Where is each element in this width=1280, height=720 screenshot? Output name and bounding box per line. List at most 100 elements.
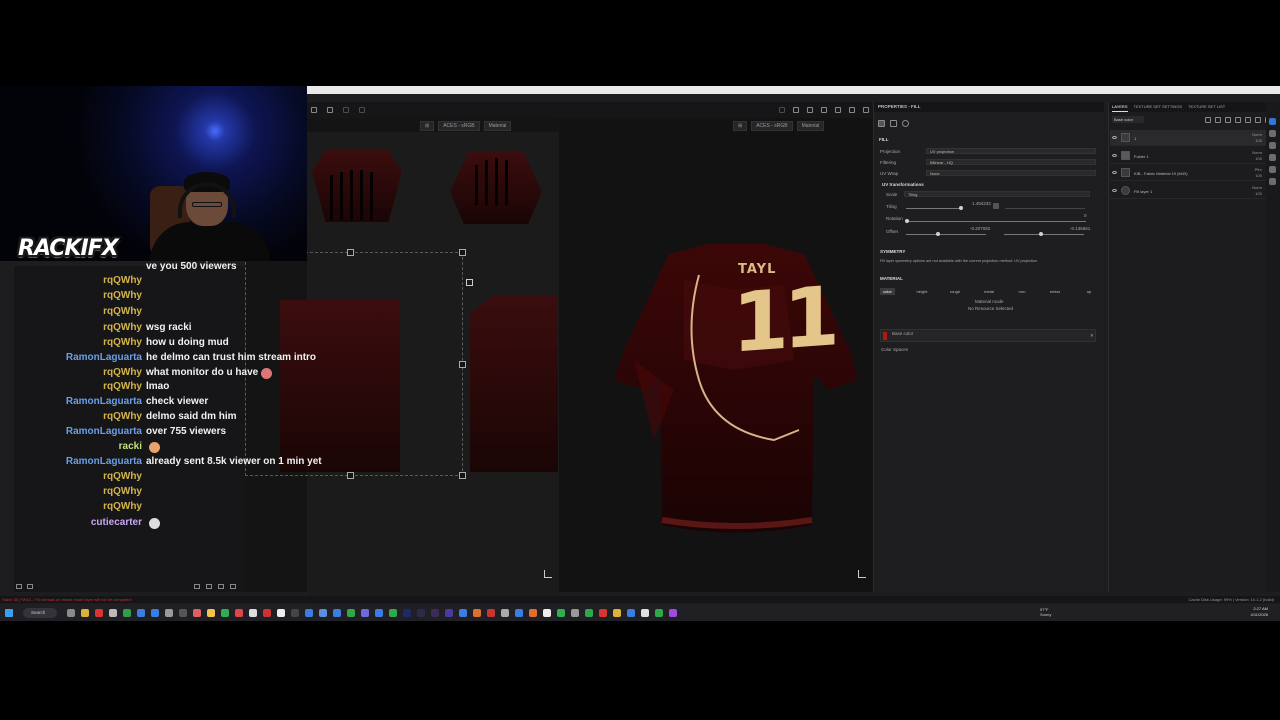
app-icon[interactable] bbox=[291, 608, 299, 617]
uvwrap-select[interactable]: None bbox=[926, 170, 1096, 176]
mask-tab-icon[interactable] bbox=[902, 120, 909, 127]
gear-icon[interactable] bbox=[206, 584, 212, 589]
fill-tab-icon[interactable] bbox=[878, 120, 885, 127]
app-icon[interactable] bbox=[165, 608, 173, 617]
offset-x-knob[interactable] bbox=[936, 232, 940, 236]
shelf-icon[interactable] bbox=[1269, 142, 1276, 149]
layer-blend[interactable]: Norm 100 bbox=[1252, 150, 1262, 162]
layer-row[interactable]: Fill layer 1 Norm 100 bbox=[1110, 183, 1266, 199]
tiling-slider-y[interactable] bbox=[1005, 208, 1085, 209]
color-spaces-label[interactable]: Color Spaces bbox=[881, 347, 908, 352]
app-icon[interactable] bbox=[515, 608, 523, 617]
app-icon[interactable] bbox=[599, 608, 607, 617]
transform-handle[interactable] bbox=[459, 249, 466, 256]
grid-icon[interactable] bbox=[311, 107, 317, 113]
pen-icon[interactable] bbox=[863, 107, 869, 113]
uv-transformations-label[interactable]: UV transformations bbox=[882, 182, 924, 187]
render-icon[interactable] bbox=[807, 107, 813, 113]
task-view-icon[interactable] bbox=[67, 608, 75, 617]
blend-mode[interactable]: Pthr bbox=[1255, 167, 1262, 172]
history-icon[interactable] bbox=[1269, 154, 1276, 161]
undo-icon[interactable] bbox=[343, 107, 349, 113]
app-icon[interactable] bbox=[389, 608, 397, 617]
tiling-value[interactable]: 1.494233 bbox=[972, 201, 991, 206]
popout-icon[interactable] bbox=[27, 584, 33, 589]
offset-x-slider[interactable] bbox=[906, 234, 986, 235]
channel-rough[interactable]: rough bbox=[946, 288, 964, 295]
discord-icon[interactable] bbox=[361, 608, 369, 617]
add-mask-icon[interactable] bbox=[1225, 117, 1231, 123]
transform-handle[interactable] bbox=[459, 361, 466, 368]
offset-y-value[interactable]: -0.135661 bbox=[1070, 226, 1090, 231]
colorspace-select-3d[interactable]: ACES - sRGB bbox=[751, 121, 793, 131]
app-icon[interactable] bbox=[249, 608, 257, 617]
redo-icon[interactable] bbox=[359, 107, 365, 113]
app-icon[interactable] bbox=[655, 608, 663, 617]
channel-color[interactable]: color bbox=[880, 288, 895, 295]
app-icon[interactable] bbox=[445, 608, 453, 617]
app-icon[interactable] bbox=[347, 608, 355, 617]
app-icon[interactable] bbox=[459, 608, 467, 617]
layer-row[interactable]: KIB - Fabric Material 19 (M43) Pthr 100 bbox=[1110, 165, 1266, 181]
projection-select[interactable]: UV projection bbox=[926, 148, 1096, 154]
material-tab-icon[interactable] bbox=[890, 120, 897, 127]
transform-handle[interactable] bbox=[347, 249, 354, 256]
mode-select-2d[interactable]: Material bbox=[483, 121, 512, 131]
chrome-icon[interactable] bbox=[207, 608, 215, 617]
filtering-select[interactable]: Bilinear - HQ bbox=[926, 159, 1096, 165]
display-icon[interactable] bbox=[835, 107, 841, 113]
app-icon[interactable] bbox=[571, 608, 579, 617]
offset-x-value[interactable]: -0.207082 bbox=[970, 226, 990, 231]
app-icon[interactable] bbox=[123, 608, 131, 617]
viewport-3d-icon[interactable]: ⊞ bbox=[733, 121, 748, 131]
app-icon[interactable] bbox=[431, 608, 439, 617]
app-icon[interactable] bbox=[669, 608, 677, 617]
status-error[interactable]: Stack 1B_FW13 - Fill normals on mixed mo… bbox=[2, 596, 131, 603]
tab-layers[interactable]: LAYERS bbox=[1112, 102, 1128, 112]
app-icon[interactable] bbox=[151, 608, 159, 617]
layer-blend[interactable]: Pthr 100 bbox=[1255, 167, 1262, 179]
viewport-2d-icon[interactable]: ⊞ bbox=[420, 121, 435, 131]
scale-select[interactable]: Tiling bbox=[904, 191, 1090, 197]
app-icon[interactable] bbox=[305, 608, 313, 617]
taskbar-search[interactable]: Search bbox=[23, 607, 57, 618]
app-icon[interactable] bbox=[473, 608, 481, 617]
app-icon[interactable] bbox=[333, 608, 341, 617]
app-icon[interactable] bbox=[613, 608, 621, 617]
layers-icon[interactable] bbox=[1269, 118, 1276, 125]
blend-mode[interactable]: Norm bbox=[1252, 150, 1262, 155]
tab-texture-set-settings[interactable]: TEXTURE SET SETTINGS bbox=[1134, 102, 1183, 112]
channel-op[interactable]: op bbox=[1083, 288, 1095, 295]
layer-blend[interactable]: Norm 100 bbox=[1252, 185, 1262, 197]
opacity[interactable]: 100 bbox=[1255, 173, 1262, 178]
rotation-slider[interactable] bbox=[906, 221, 1086, 222]
file-explorer-icon[interactable] bbox=[81, 608, 89, 617]
colorspace-select-2d[interactable]: ACES - sRGB bbox=[438, 121, 480, 131]
add-icon[interactable] bbox=[230, 584, 236, 589]
taskbar-clock[interactable]: 2:27 AM 4/11/2026 bbox=[1251, 606, 1269, 618]
rotation-knob[interactable] bbox=[905, 219, 909, 223]
duplicate-icon[interactable] bbox=[1255, 117, 1261, 123]
settings-icon[interactable] bbox=[16, 584, 22, 589]
app-icon[interactable] bbox=[109, 608, 117, 617]
app-icon[interactable] bbox=[235, 608, 243, 617]
tab-texture-set-list[interactable]: TEXTURE SET LIST bbox=[1188, 102, 1225, 112]
app-icon[interactable] bbox=[501, 608, 509, 617]
app-icon[interactable] bbox=[641, 608, 649, 617]
tiling-knob[interactable] bbox=[959, 206, 963, 210]
visibility-icon[interactable] bbox=[1112, 189, 1117, 192]
channel-height[interactable]: height bbox=[913, 288, 931, 295]
layer-blend[interactable]: Norm 100 bbox=[1252, 132, 1262, 144]
opacity[interactable]: 100 bbox=[1255, 191, 1262, 196]
weather-widget[interactable]: 57°F Sunny bbox=[1040, 607, 1051, 617]
photoshop-icon[interactable] bbox=[403, 608, 411, 617]
lock-icon[interactable] bbox=[993, 203, 999, 209]
layer-row[interactable]: Folder 1 Norm 100 bbox=[1110, 148, 1266, 164]
display-settings-icon[interactable] bbox=[1269, 166, 1276, 173]
settings-icon[interactable] bbox=[1269, 178, 1276, 185]
app-icon[interactable] bbox=[417, 608, 425, 617]
refresh-icon[interactable] bbox=[194, 584, 200, 589]
visibility-icon[interactable] bbox=[1112, 136, 1117, 139]
visibility-icon[interactable] bbox=[1112, 154, 1117, 157]
brush-icon[interactable] bbox=[849, 107, 855, 113]
